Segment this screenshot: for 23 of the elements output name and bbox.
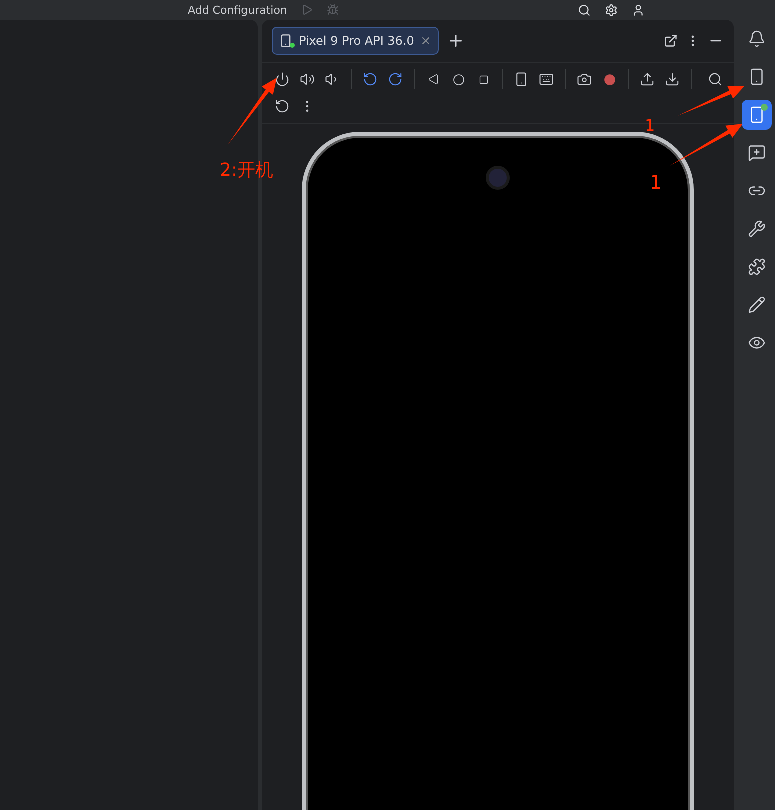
tool-window-button[interactable] [742, 100, 772, 130]
bell-icon [748, 30, 766, 48]
settings-icon[interactable] [605, 4, 618, 16]
external-icon[interactable] [664, 34, 678, 48]
annotation-label: 2:开机 [220, 159, 274, 182]
annotation-arrow [678, 86, 745, 116]
search-icon[interactable] [578, 4, 591, 16]
run-configuration[interactable]: Add Configuration [188, 4, 288, 16]
user-icon[interactable] [632, 4, 645, 16]
annotation-arrow [228, 78, 277, 145]
pencil-icon [748, 296, 766, 314]
chat-icon [748, 144, 766, 162]
annotation-label: 1 [650, 172, 662, 194]
tab-label: Pixel 9 Pro API 36.0 [299, 34, 414, 48]
device-icon [279, 34, 293, 48]
device-tab[interactable]: Pixel 9 Pro API 36.0 [272, 27, 440, 55]
puzzle-icon [748, 258, 766, 276]
wrench-icon [748, 220, 766, 238]
eye-icon [748, 334, 766, 352]
annotation-label: 1 [645, 116, 656, 135]
close-icon[interactable] [420, 35, 432, 47]
camera-icon [486, 166, 510, 190]
status-dot [760, 104, 768, 111]
